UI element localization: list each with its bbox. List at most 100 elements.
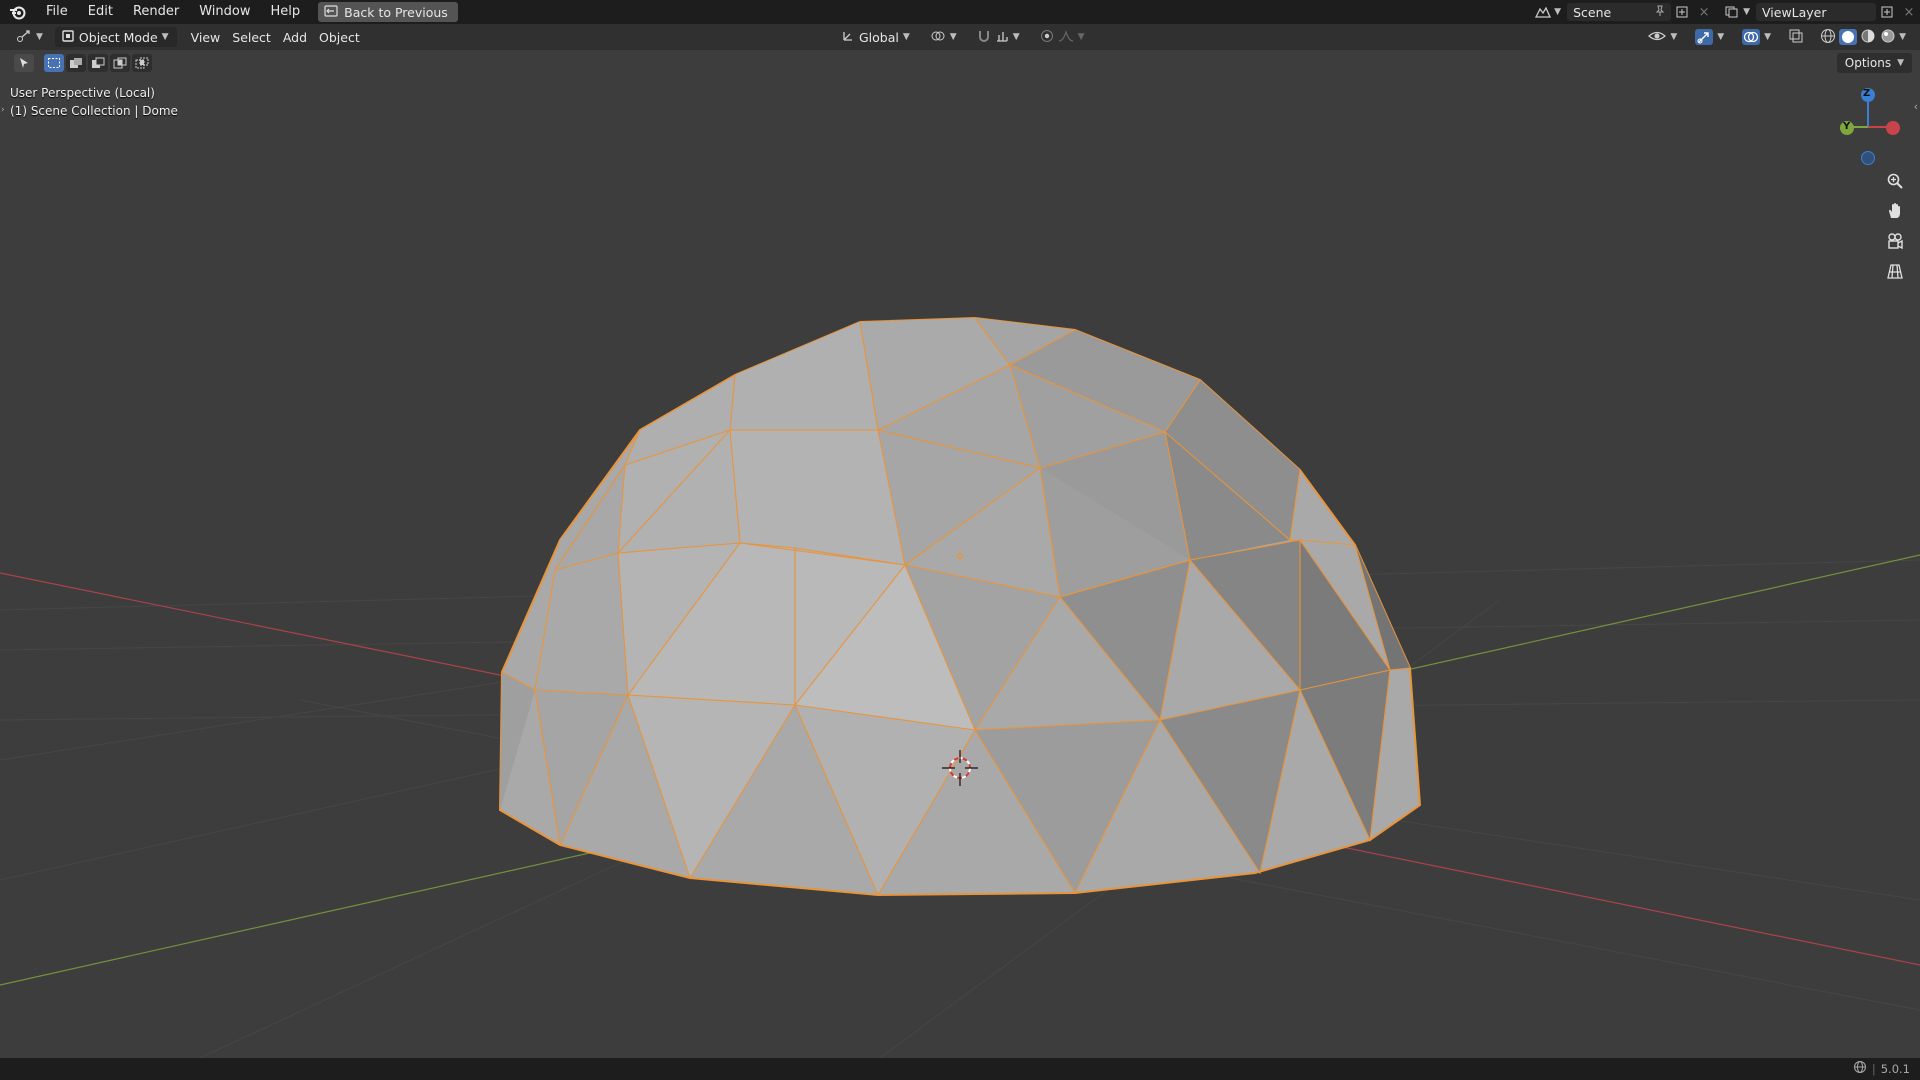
globe-icon bbox=[1853, 1060, 1867, 1077]
menu-view[interactable]: View bbox=[185, 27, 227, 47]
chevron-down-icon: ▼ bbox=[1897, 58, 1904, 68]
pin-icon[interactable] bbox=[1655, 5, 1665, 20]
viewlayer-icon[interactable] bbox=[1721, 2, 1743, 22]
viewport-display-controls: ▼ ▼ ▼ ▼ bbox=[1642, 27, 1910, 47]
version-label: 5.0.1 bbox=[1880, 1061, 1910, 1076]
gizmo-negative-z[interactable] bbox=[1861, 151, 1875, 165]
transform-controls: Global ▼ ▼ ▼ ▼ bbox=[835, 27, 1091, 47]
shading-mode-group: ▼ bbox=[1815, 27, 1910, 47]
object-mode-icon bbox=[61, 29, 75, 46]
snap-icon bbox=[977, 29, 991, 46]
scene-name-value: Scene bbox=[1573, 4, 1612, 20]
chevron-down-icon: ▼ bbox=[902, 32, 910, 42]
scene-icon[interactable] bbox=[1532, 2, 1554, 22]
menu-add[interactable]: Add bbox=[277, 27, 313, 47]
chevron-down-icon: ▼ bbox=[161, 32, 169, 42]
menu-select[interactable]: Select bbox=[226, 27, 277, 47]
gizmo-z-label: Z bbox=[1863, 88, 1871, 99]
select-new-icon[interactable] bbox=[44, 54, 64, 72]
collection-info-label: (1) Scene Collection | Dome bbox=[10, 104, 178, 118]
shading-solid-icon[interactable] bbox=[1839, 29, 1858, 45]
view-layer-field[interactable]: ViewLayer bbox=[1756, 3, 1876, 21]
view-name-label: User Perspective (Local) bbox=[10, 86, 155, 100]
shading-wire-icon[interactable] bbox=[1819, 28, 1837, 47]
hand-icon[interactable] bbox=[1882, 198, 1908, 224]
menu-window[interactable]: Window bbox=[189, 0, 260, 24]
select-difference-icon[interactable] bbox=[110, 54, 130, 72]
chevron-down-icon: ▼ bbox=[1717, 32, 1725, 42]
menu-object[interactable]: Object bbox=[313, 27, 366, 47]
new-viewlayer-icon[interactable] bbox=[1876, 2, 1898, 22]
close-icon[interactable]: × bbox=[1898, 2, 1920, 22]
selection-mode-group bbox=[44, 54, 152, 72]
editor-type-icon bbox=[16, 29, 32, 46]
snap-toggle[interactable]: ▼ bbox=[971, 27, 1026, 47]
expand-chevron-icon[interactable]: › bbox=[1, 105, 5, 115]
transform-orientation-label: Global bbox=[859, 29, 899, 45]
chevron-down-icon: ▼ bbox=[1764, 32, 1772, 42]
snap-target-icon bbox=[995, 29, 1009, 46]
menu-render[interactable]: Render bbox=[123, 0, 189, 24]
top-right-controls: ▼ Scene × ▼ ViewLayer × bbox=[1532, 0, 1920, 24]
status-bar: | 5.0.1 bbox=[0, 1058, 1920, 1080]
chevron-down-icon: ▼ bbox=[1077, 32, 1085, 42]
object-mode-dropdown[interactable]: Object Mode ▼ bbox=[54, 27, 177, 47]
close-icon[interactable]: × bbox=[1693, 2, 1715, 22]
chevron-down-icon: ▼ bbox=[1743, 7, 1750, 17]
chevron-down-icon: ▼ bbox=[1012, 32, 1020, 42]
chevron-down-icon: ▼ bbox=[949, 32, 957, 42]
object-mode-label: Object Mode bbox=[78, 29, 158, 45]
sidebar-toggle-icon[interactable]: ‹ bbox=[1914, 100, 1918, 113]
options-dropdown[interactable]: Options ▼ bbox=[1836, 53, 1912, 73]
shading-rendered-icon[interactable] bbox=[1879, 28, 1897, 47]
blender-logo-icon[interactable] bbox=[0, 0, 36, 24]
select-extend-icon[interactable] bbox=[66, 54, 86, 72]
shading-material-icon[interactable] bbox=[1859, 28, 1877, 47]
select-intersect-icon[interactable] bbox=[132, 54, 152, 72]
scene-name-field[interactable]: Scene bbox=[1567, 3, 1672, 21]
select-subtract-icon[interactable] bbox=[88, 54, 108, 72]
falloff-icon bbox=[1058, 29, 1074, 46]
back-to-previous-button[interactable]: Back to Previous bbox=[318, 2, 458, 22]
gizmo-y-label: Y bbox=[1843, 121, 1851, 132]
view-layer-value: ViewLayer bbox=[1762, 4, 1827, 20]
viewport-header: ▼ Object Mode ▼ View Select Add Object G… bbox=[0, 24, 1920, 50]
overlay-icon bbox=[1742, 29, 1761, 45]
separator: | bbox=[1871, 1061, 1876, 1076]
gizmo-icon bbox=[1695, 29, 1714, 45]
visibility-icon bbox=[1648, 29, 1667, 46]
xray-toggle[interactable] bbox=[1783, 27, 1809, 47]
pivot-dropdown[interactable]: ▼ bbox=[924, 27, 963, 47]
proportional-editing-toggle[interactable]: ▼ bbox=[1034, 27, 1091, 47]
camera-icon[interactable] bbox=[1882, 228, 1908, 254]
gizmo-toggle[interactable]: ▼ bbox=[1689, 27, 1730, 47]
top-menu-bar: File Edit Render Window Help Back to Pre… bbox=[0, 0, 1920, 24]
back-to-previous-label: Back to Previous bbox=[344, 4, 448, 20]
visibility-dropdown[interactable]: ▼ bbox=[1642, 27, 1683, 47]
version-info: | 5.0.1 bbox=[1853, 1060, 1910, 1077]
menu-file[interactable]: File bbox=[36, 0, 78, 24]
dome-mesh[interactable] bbox=[498, 316, 1422, 897]
xray-icon bbox=[1789, 29, 1803, 46]
tool-settings-row bbox=[0, 50, 1920, 76]
menu-help[interactable]: Help bbox=[261, 0, 311, 24]
chevron-down-icon: ▼ bbox=[36, 32, 43, 42]
proportional-icon bbox=[1040, 29, 1054, 46]
pivot-icon bbox=[930, 29, 946, 46]
select-tool-icon[interactable] bbox=[14, 54, 34, 72]
overlay-toggle[interactable]: ▼ bbox=[1736, 27, 1777, 47]
options-label: Options bbox=[1844, 56, 1892, 70]
chevron-down-icon: ▼ bbox=[1670, 32, 1678, 42]
new-scene-icon[interactable] bbox=[1671, 2, 1693, 22]
3d-viewport[interactable] bbox=[0, 76, 1920, 1058]
chevron-down-icon: ▼ bbox=[1554, 7, 1562, 17]
orientation-icon bbox=[841, 29, 855, 46]
gizmo-x-axis[interactable] bbox=[1886, 121, 1900, 135]
grid-icon[interactable] bbox=[1882, 258, 1908, 284]
menu-edit[interactable]: Edit bbox=[78, 0, 123, 24]
transform-orientation-dropdown[interactable]: Global ▼ bbox=[835, 27, 916, 47]
zoom-icon[interactable] bbox=[1882, 168, 1908, 194]
back-icon bbox=[324, 4, 338, 20]
editor-type-button[interactable]: ▼ bbox=[10, 27, 49, 47]
chevron-down-icon[interactable]: ▼ bbox=[1899, 32, 1906, 42]
